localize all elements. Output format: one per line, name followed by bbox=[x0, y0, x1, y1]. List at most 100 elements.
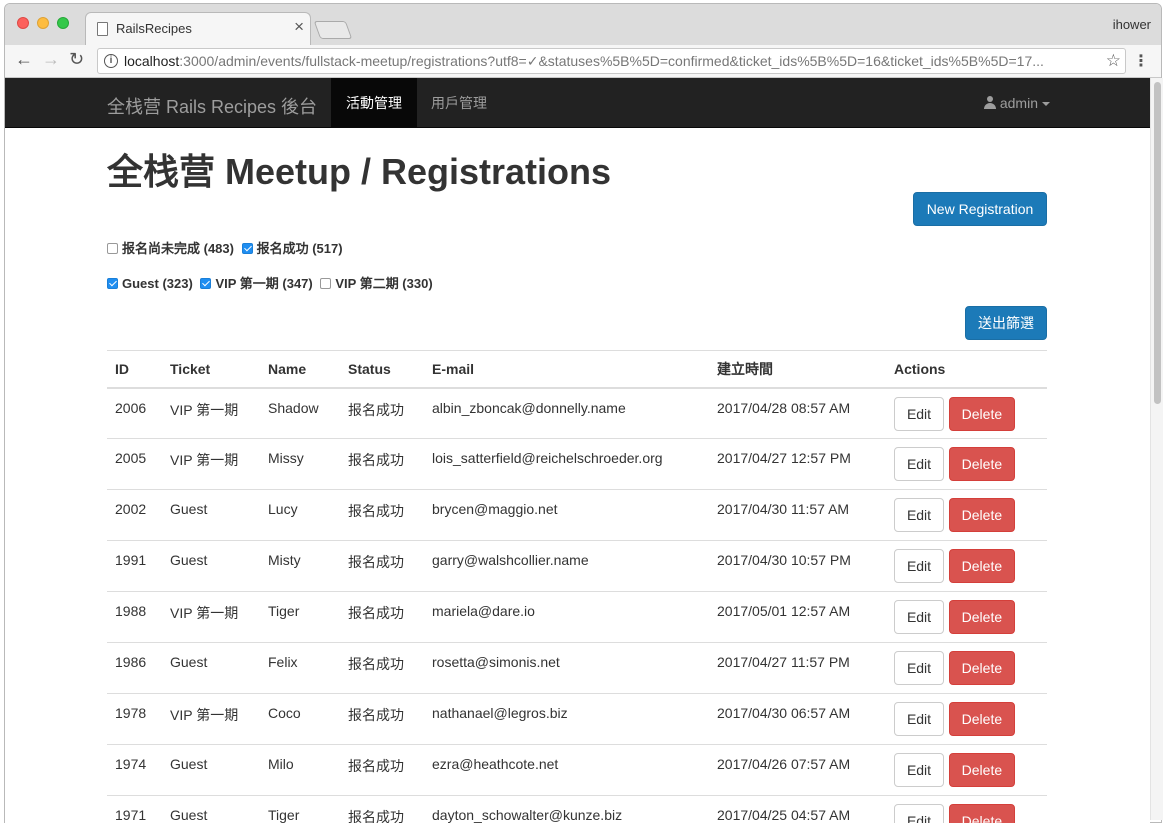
delete-button[interactable]: Delete bbox=[948, 804, 1015, 823]
cell-id: 1988 bbox=[107, 591, 162, 643]
page-viewport: 全栈营 Rails Recipes 後台 活動管理 用戶管理 admin 全栈营… bbox=[5, 78, 1150, 823]
cell-name: Coco bbox=[260, 693, 340, 745]
checkbox-guest[interactable] bbox=[107, 278, 118, 289]
browser-tab[interactable]: RailsRecipes × bbox=[85, 12, 311, 46]
cell-ticket: Guest bbox=[162, 489, 260, 541]
cell-id: 1974 bbox=[107, 744, 162, 796]
cell-created: 2017/04/30 06:57 AM bbox=[709, 693, 886, 745]
edit-button[interactable]: Edit bbox=[894, 498, 944, 532]
scrollbar-thumb[interactable] bbox=[1154, 82, 1161, 404]
cell-actions: Edit Delete bbox=[886, 693, 1047, 745]
cell-email: nathanael@legros.biz bbox=[424, 693, 709, 745]
delete-button[interactable]: Delete bbox=[948, 498, 1015, 532]
status-filter-pending[interactable]: 报名尚未完成 (483) bbox=[107, 241, 234, 256]
cell-status: 报名成功 bbox=[340, 795, 424, 823]
registrations-table: ID Ticket Name Status E-mail 建立時間 Action… bbox=[107, 350, 1047, 823]
delete-button[interactable]: Delete bbox=[948, 753, 1015, 787]
back-arrow-icon[interactable]: ← bbox=[15, 49, 33, 70]
ticket-filter-vip2[interactable]: VIP 第二期 (330) bbox=[320, 276, 433, 291]
cell-id: 1986 bbox=[107, 642, 162, 694]
close-window-button[interactable] bbox=[17, 17, 29, 29]
cell-actions: Edit Delete bbox=[886, 591, 1047, 643]
cell-id: 1971 bbox=[107, 795, 162, 823]
cell-created: 2017/04/30 11:57 AM bbox=[709, 489, 886, 541]
table-row: 2005 VIP 第一期 Missy 报名成功 lois_satterfield@rei… bbox=[107, 438, 1047, 490]
status-filters: 报名尚未完成 (483) 报名成功 (517) bbox=[107, 238, 347, 257]
checkbox-vip2[interactable] bbox=[320, 278, 332, 289]
edit-button[interactable]: Edit bbox=[894, 702, 944, 736]
cell-name: Misty bbox=[260, 540, 340, 592]
table-header-row: ID Ticket Name Status E-mail 建立時間 Action… bbox=[107, 350, 1047, 389]
cell-ticket: Guest bbox=[162, 642, 260, 694]
profile-name[interactable]: ihower bbox=[1113, 17, 1151, 32]
delete-button[interactable]: Delete bbox=[948, 447, 1015, 481]
cell-ticket: VIP 第一期 bbox=[162, 387, 260, 439]
ticket-filter-vip2-label: VIP 第二期 (330) bbox=[335, 276, 433, 291]
cell-email: mariela@dare.io bbox=[424, 591, 709, 643]
status-filter-confirmed-label: 报名成功 (517) bbox=[256, 241, 343, 256]
cell-id: 1991 bbox=[107, 540, 162, 592]
delete-button[interactable]: Delete bbox=[948, 702, 1015, 736]
table-row: 1986 Guest Felix 报名成功 rosetta@simonis.net 201… bbox=[107, 642, 1047, 694]
edit-button[interactable]: Edit bbox=[894, 447, 944, 481]
edit-button[interactable]: Edit bbox=[894, 396, 944, 431]
status-filter-confirmed[interactable]: 报名成功 (517) bbox=[241, 241, 343, 256]
user-menu[interactable]: admin bbox=[983, 78, 1050, 128]
edit-button[interactable]: Edit bbox=[894, 804, 944, 823]
info-icon[interactable]: i bbox=[104, 54, 118, 68]
new-tab-button[interactable] bbox=[313, 21, 353, 39]
cell-status: 报名成功 bbox=[340, 693, 424, 745]
cell-actions: Edit Delete bbox=[886, 795, 1047, 823]
page-scrollbar[interactable] bbox=[1150, 78, 1163, 820]
url-text[interactable]: localhost:3000/admin/events/fullstack-me… bbox=[124, 53, 1089, 70]
new-registration-button[interactable]: New Registration bbox=[913, 192, 1047, 226]
submit-filter-button[interactable]: 送出篩選 bbox=[965, 306, 1047, 340]
table-row: 1974 Guest Milo 报名成功 ezra@heathcote.net 2017/… bbox=[107, 744, 1047, 796]
cell-email: lois_satterfield@reichelschroeder.org bbox=[424, 438, 709, 490]
delete-button[interactable]: Delete bbox=[948, 600, 1015, 634]
cell-status: 报名成功 bbox=[340, 642, 424, 694]
delete-button[interactable]: Delete bbox=[948, 396, 1015, 431]
browser-menu-icon[interactable]: ⋮ bbox=[1133, 51, 1149, 71]
cell-name: Missy bbox=[260, 438, 340, 490]
minimize-window-button[interactable] bbox=[37, 17, 49, 29]
cell-actions: Edit Delete bbox=[886, 489, 1047, 541]
checkbox-confirmed[interactable] bbox=[241, 243, 253, 254]
table-row: 2006 VIP 第一期 Shadow 报名成功 albin_zboncak@donne… bbox=[107, 387, 1047, 439]
edit-button[interactable]: Edit bbox=[894, 651, 944, 685]
url-path: :3000/admin/events/fullstack-meetup/regi… bbox=[179, 53, 1044, 69]
reload-icon[interactable]: ↻ bbox=[69, 49, 84, 70]
cell-email: garry@walshcollier.name bbox=[424, 540, 709, 592]
bookmark-star-icon[interactable]: ☆ bbox=[1106, 51, 1121, 71]
tab-title: RailsRecipes bbox=[116, 21, 192, 36]
close-tab-icon[interactable]: × bbox=[294, 17, 304, 37]
edit-button[interactable]: Edit bbox=[894, 549, 944, 583]
navbar-brand[interactable]: 全栈营 Rails Recipes 後台 bbox=[107, 93, 317, 119]
url-host: localhost bbox=[124, 53, 180, 69]
edit-button[interactable]: Edit bbox=[894, 600, 944, 634]
cell-status: 报名成功 bbox=[340, 489, 424, 541]
cell-created: 2017/04/25 04:57 AM bbox=[709, 795, 886, 823]
nav-item-events[interactable]: 活動管理 bbox=[331, 78, 417, 128]
ticket-filter-vip1[interactable]: VIP 第一期 (347) bbox=[200, 276, 313, 291]
maximize-window-button[interactable] bbox=[57, 17, 69, 29]
cell-id: 1978 bbox=[107, 693, 162, 745]
address-bar[interactable]: i localhost:3000/admin/events/fullstack-… bbox=[97, 48, 1126, 74]
cell-created: 2017/04/27 11:57 PM bbox=[709, 642, 886, 694]
delete-button[interactable]: Delete bbox=[948, 549, 1015, 583]
cell-ticket: VIP 第一期 bbox=[162, 438, 260, 490]
table-row: 1978 VIP 第一期 Coco 报名成功 nathanael@legros.biz 2… bbox=[107, 693, 1047, 745]
forward-arrow-icon[interactable]: → bbox=[42, 49, 60, 70]
delete-button[interactable]: Delete bbox=[948, 651, 1015, 685]
cell-name: Lucy bbox=[260, 489, 340, 541]
cell-ticket: Guest bbox=[162, 795, 260, 823]
ticket-filters: Guest (323) VIP 第一期 (347) VIP 第二期 (330) bbox=[107, 273, 437, 292]
cell-name: Tiger bbox=[260, 795, 340, 823]
nav-item-users[interactable]: 用戶管理 bbox=[416, 78, 502, 128]
ticket-filter-guest[interactable]: Guest (323) bbox=[107, 276, 193, 291]
status-filter-pending-label: 报名尚未完成 (483) bbox=[122, 241, 234, 256]
checkbox-pending[interactable] bbox=[107, 243, 118, 254]
checkbox-vip1[interactable] bbox=[200, 278, 212, 289]
tab-strip: RailsRecipes × ihower bbox=[5, 4, 1161, 46]
edit-button[interactable]: Edit bbox=[894, 753, 944, 787]
